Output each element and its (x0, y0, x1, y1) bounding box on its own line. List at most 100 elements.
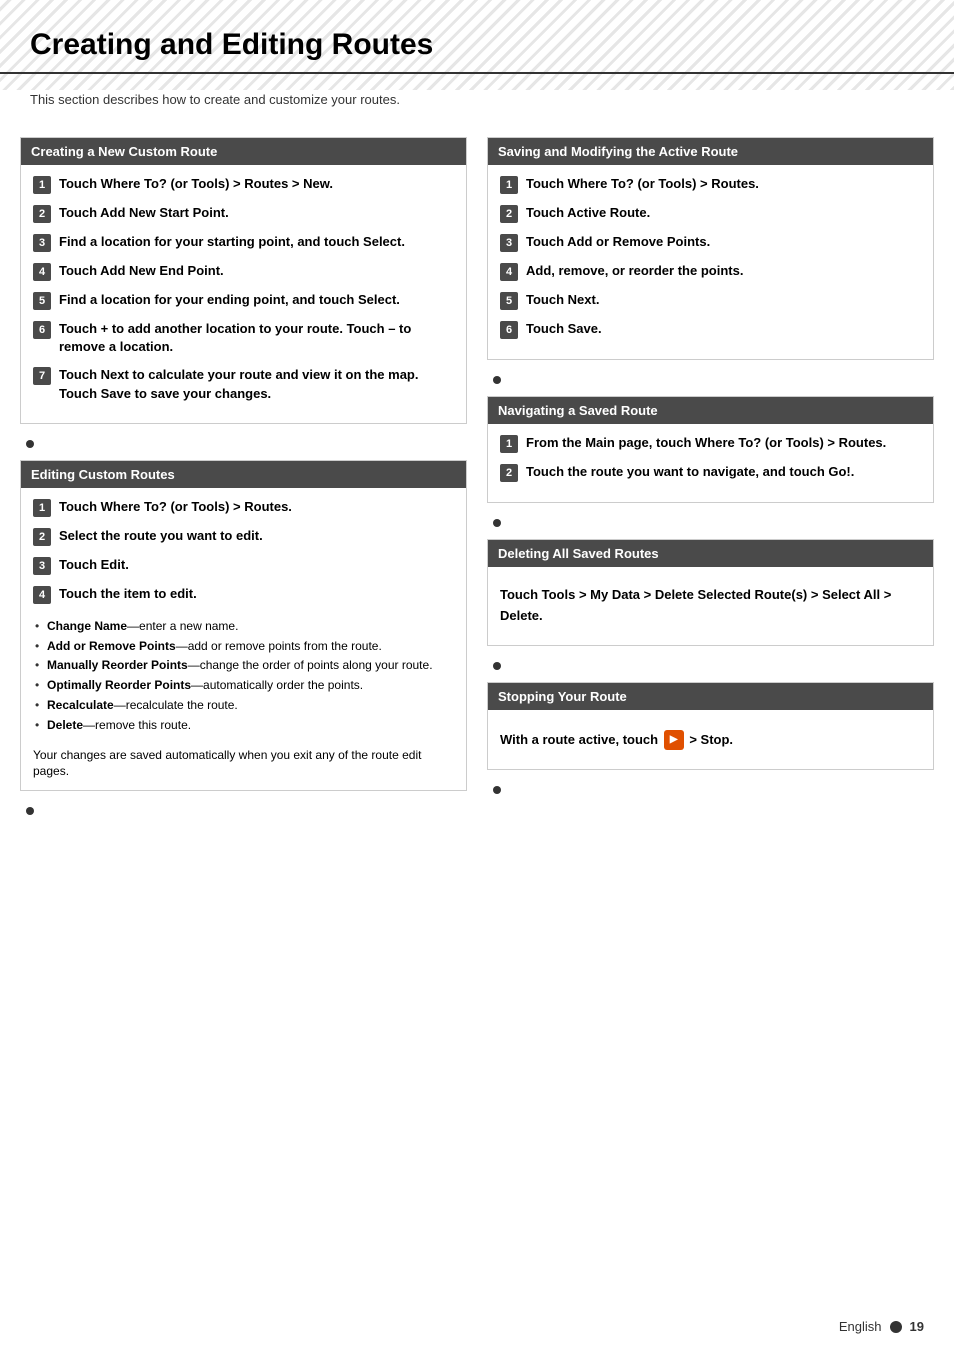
bullet-desc: —remove this route. (83, 718, 191, 732)
auto-save-note: Your changes are saved automatically whe… (33, 747, 454, 781)
edit-step-badge-2: 2 (33, 528, 51, 546)
step-text-4: Touch Add New End Point. (59, 262, 224, 280)
step-item: 1 Touch Where To? (or Tools) > Routes. (500, 175, 921, 194)
navigating-section: Navigating a Saved Route 1 From the Main… (487, 396, 934, 503)
footer-circle-icon (890, 1321, 902, 1333)
step-item: 6 Touch Save. (500, 320, 921, 339)
saving-section: Saving and Modifying the Active Route 1 … (487, 137, 934, 360)
bullet-item: Add or Remove Points—add or remove point… (33, 638, 454, 655)
step-text-3: Find a location for your starting point,… (59, 233, 405, 251)
save-step-text-1: Touch Where To? (or Tools) > Routes. (526, 175, 759, 193)
nav-step-text-2: Touch the route you want to navigate, an… (526, 463, 854, 481)
step-item: 5 Find a location for your ending point,… (33, 291, 454, 310)
stopping-text: With a route active, touch > Stop. (500, 720, 921, 759)
navigating-body: 1 From the Main page, touch Where To? (o… (488, 424, 933, 502)
step-item: 2 Touch Active Route. (500, 204, 921, 223)
step-badge-5: 5 (33, 292, 51, 310)
section-dot (493, 662, 501, 670)
step-badge-6: 6 (33, 321, 51, 339)
nav-step-badge-1: 1 (500, 435, 518, 453)
deleting-body: Touch Tools > My Data > Delete Selected … (488, 567, 933, 645)
step-badge-1: 1 (33, 176, 51, 194)
step-item: 3 Find a location for your starting poin… (33, 233, 454, 252)
step-item: 4 Touch Add New End Point. (33, 262, 454, 281)
step-text-2: Touch Add New Start Point. (59, 204, 229, 222)
editing-header: Editing Custom Routes (21, 461, 466, 488)
step-item: 1 From the Main page, touch Where To? (o… (500, 434, 921, 453)
step-badge-7: 7 (33, 367, 51, 385)
bullet-item: Optimally Reorder Points—automatically o… (33, 677, 454, 694)
saving-body: 1 Touch Where To? (or Tools) > Routes. 2… (488, 165, 933, 359)
section-dot (493, 786, 501, 794)
save-step-badge-3: 3 (500, 234, 518, 252)
editing-bullet-list: Change Name—enter a new name. Add or Rem… (33, 614, 454, 741)
stopping-text-before: With a route active, touch (500, 732, 658, 747)
step-item: 3 Touch Edit. (33, 556, 454, 575)
step-badge-4: 4 (33, 263, 51, 281)
bullet-term: Manually Reorder Points (47, 658, 188, 672)
save-step-text-2: Touch Active Route. (526, 204, 650, 222)
save-step-text-3: Touch Add or Remove Points. (526, 233, 710, 251)
edit-step-text-2: Select the route you want to edit. (59, 527, 263, 545)
creating-new-header: Creating a New Custom Route (21, 138, 466, 165)
section-dot (26, 807, 34, 815)
nav-step-text-1: From the Main page, touch Where To? (or … (526, 434, 886, 452)
step-item: 2 Touch Add New Start Point. (33, 204, 454, 223)
step-item: 1 Touch Where To? (or Tools) > Routes. (33, 498, 454, 517)
deleting-section: Deleting All Saved Routes Touch Tools > … (487, 539, 934, 646)
nav-step-badge-2: 2 (500, 464, 518, 482)
bullet-desc: —recalculate the route. (114, 698, 238, 712)
step-item: 7 Touch Next to calculate your route and… (33, 366, 454, 402)
save-step-badge-2: 2 (500, 205, 518, 223)
right-column: Saving and Modifying the Active Route 1 … (487, 137, 934, 827)
bullet-desc: —change the order of points along your r… (188, 658, 433, 672)
saving-header: Saving and Modifying the Active Route (488, 138, 933, 165)
bullet-item: Manually Reorder Points—change the order… (33, 657, 454, 674)
stopping-text-after: > Stop. (689, 732, 733, 747)
step-text-1: Touch Where To? (or Tools) > Routes > Ne… (59, 175, 333, 193)
step-item: 2 Select the route you want to edit. (33, 527, 454, 546)
footer: English 19 (839, 1319, 924, 1334)
stopping-section: Stopping Your Route With a route active,… (487, 682, 934, 770)
editing-section: Editing Custom Routes 1 Touch Where To? … (20, 460, 467, 791)
deleting-text: Touch Tools > My Data > Delete Selected … (500, 577, 921, 635)
bullet-desc: —enter a new name. (127, 619, 238, 633)
edit-step-text-3: Touch Edit. (59, 556, 129, 574)
section-dot (26, 440, 34, 448)
step-item: 4 Add, remove, or reorder the points. (500, 262, 921, 281)
creating-new-section: Creating a New Custom Route 1 Touch Wher… (20, 137, 467, 424)
bullet-term: Optimally Reorder Points (47, 678, 191, 692)
step-item: 2 Touch the route you want to navigate, … (500, 463, 921, 482)
stopping-header: Stopping Your Route (488, 683, 933, 710)
save-step-badge-6: 6 (500, 321, 518, 339)
step-item: 1 Touch Where To? (or Tools) > Routes > … (33, 175, 454, 194)
step-text-5: Find a location for your ending point, a… (59, 291, 400, 309)
left-column: Creating a New Custom Route 1 Touch Wher… (20, 137, 467, 827)
bullet-term: Change Name (47, 619, 127, 633)
bullet-item: Delete—remove this route. (33, 717, 454, 734)
bullet-desc: —add or remove points from the route. (176, 639, 382, 653)
edit-step-text-1: Touch Where To? (or Tools) > Routes. (59, 498, 292, 516)
step-item: 3 Touch Add or Remove Points. (500, 233, 921, 252)
step-item: 4 Touch the item to edit. (33, 585, 454, 604)
bullet-desc: —automatically order the points. (191, 678, 363, 692)
step-text-6: Touch + to add another location to your … (59, 320, 454, 356)
section-dot (493, 519, 501, 527)
edit-step-text-4: Touch the item to edit. (59, 585, 197, 603)
bullet-term: Delete (47, 718, 83, 732)
creating-new-body: 1 Touch Where To? (or Tools) > Routes > … (21, 165, 466, 423)
step-text-7: Touch Next to calculate your route and v… (59, 366, 454, 402)
bullet-item: Recalculate—recalculate the route. (33, 697, 454, 714)
edit-step-badge-1: 1 (33, 499, 51, 517)
bullet-term: Recalculate (47, 698, 114, 712)
step-badge-3: 3 (33, 234, 51, 252)
save-step-badge-4: 4 (500, 263, 518, 281)
deleting-header: Deleting All Saved Routes (488, 540, 933, 567)
editing-body: 1 Touch Where To? (or Tools) > Routes. 2… (21, 488, 466, 790)
step-item: 5 Touch Next. (500, 291, 921, 310)
footer-page-number: 19 (910, 1319, 924, 1334)
save-step-badge-5: 5 (500, 292, 518, 310)
stop-route-icon (664, 730, 684, 750)
bullet-item: Change Name—enter a new name. (33, 618, 454, 635)
save-step-text-4: Add, remove, or reorder the points. (526, 262, 743, 280)
